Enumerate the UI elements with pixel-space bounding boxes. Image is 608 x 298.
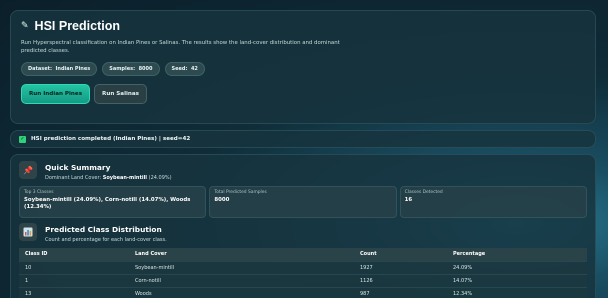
cell-class-id: 10 — [19, 260, 129, 274]
dominant-label: Dominant Land Cover: — [45, 175, 102, 181]
cell-percentage: 12.34% — [447, 286, 587, 298]
quick-summary-header: 📌 Quick Summary Dominant Land Cover: Soy… — [19, 161, 587, 181]
table-row: 13 Woods 987 12.34% — [19, 286, 587, 298]
samples-chip: Samples: 8000 — [102, 62, 160, 76]
stat-value: Soybean-mintill (24.09%), Corn-notill (1… — [24, 197, 191, 210]
cell-land-cover: Woods — [129, 286, 354, 298]
cell-land-cover: Soybean-mintill — [129, 260, 354, 274]
cell-count: 1927 — [354, 260, 447, 274]
page-description: Run Hyperspectral classification on Indi… — [21, 40, 340, 54]
stat-label: Classes Detected — [404, 190, 443, 195]
cell-class-id: 1 — [19, 273, 129, 287]
dominant-value: Soybean-mintill — [102, 175, 148, 181]
col-land-cover[interactable]: Land Cover — [129, 248, 354, 261]
distribution-title: Predicted Class Distribution — [45, 225, 162, 234]
dominant-cover: Dominant Land Cover: Soybean-mintill (24… — [45, 175, 172, 181]
hsi-page: ✎ HSI Prediction Run Hyperspectral class… — [10, 10, 596, 298]
col-percentage[interactable]: Percentage — [447, 248, 587, 261]
cell-percentage: 14.07% — [447, 273, 587, 287]
status-text: HSI prediction completed (Indian Pines) … — [31, 136, 191, 142]
stat-label: Total Predicted Samples — [214, 190, 267, 195]
page-title: HSI Prediction — [34, 19, 120, 33]
quick-summary-title: Quick Summary — [45, 163, 111, 172]
chip-value: Indian Pines — [55, 66, 91, 72]
run-salinas-button[interactable]: Run Salinas — [94, 84, 147, 104]
seed-chip: Seed: 42 — [164, 62, 205, 76]
info-chips: Dataset: Indian Pines Samples: 8000 Seed… — [21, 62, 585, 76]
chip-label: Dataset: — [28, 66, 53, 72]
distribution-table: Class ID Land Cover Count Percentage 10 … — [19, 248, 587, 298]
cell-percentage: 24.09% — [447, 260, 587, 274]
stat-total-samples: Total Predicted Samples 8000 — [209, 186, 397, 218]
results-card: 📌 Quick Summary Dominant Land Cover: Soy… — [10, 154, 596, 298]
pin-icon: 📌 — [19, 161, 37, 179]
col-class-id[interactable]: Class ID — [19, 248, 129, 261]
chip-value: 8000 — [138, 66, 153, 72]
action-buttons: Run Indian Pines Run Salinas — [21, 84, 585, 104]
cell-land-cover: Corn-notill — [129, 273, 354, 287]
stats-row: Top 3 Classes Soybean-mintill (24.09%), … — [19, 186, 587, 218]
table-row: 1 Corn-notill 1126 14.07% — [19, 273, 587, 287]
chip-value: 42 — [190, 66, 198, 72]
status-bar: ✓ HSI prediction completed (Indian Pines… — [10, 130, 596, 148]
dominant-pct: (24.09%) — [148, 175, 172, 181]
checkmark-icon: ✓ — [19, 135, 26, 143]
stat-top3: Top 3 Classes Soybean-mintill (24.09%), … — [19, 186, 207, 218]
pencil-icon: ✎ — [21, 21, 29, 31]
stat-classes-detected: Classes Detected 16 — [399, 186, 587, 218]
stat-value: 16 — [404, 197, 413, 203]
title-row: ✎ HSI Prediction — [21, 19, 585, 33]
cell-class-id: 13 — [19, 286, 129, 298]
table-row: 10 Soybean-mintill 1927 24.09% — [19, 260, 587, 274]
cell-count: 987 — [354, 286, 447, 298]
chip-label: Seed: — [171, 66, 188, 72]
distribution-subtitle: Count and percentage for each land-cover… — [45, 237, 167, 243]
stat-label: Top 3 Classes — [24, 190, 54, 195]
chip-label: Samples: — [109, 66, 136, 72]
header-card: ✎ HSI Prediction Run Hyperspectral class… — [10, 10, 596, 124]
cell-count: 1126 — [354, 273, 447, 287]
bar-chart-icon — [19, 223, 37, 241]
run-indian-pines-button[interactable]: Run Indian Pines — [21, 84, 91, 104]
distribution-header: Predicted Class Distribution Count and p… — [19, 223, 587, 243]
dataset-chip: Dataset: Indian Pines — [21, 62, 98, 76]
col-count[interactable]: Count — [354, 248, 447, 261]
stat-value: 8000 — [214, 197, 230, 203]
table-header-row: Class ID Land Cover Count Percentage — [19, 248, 587, 261]
